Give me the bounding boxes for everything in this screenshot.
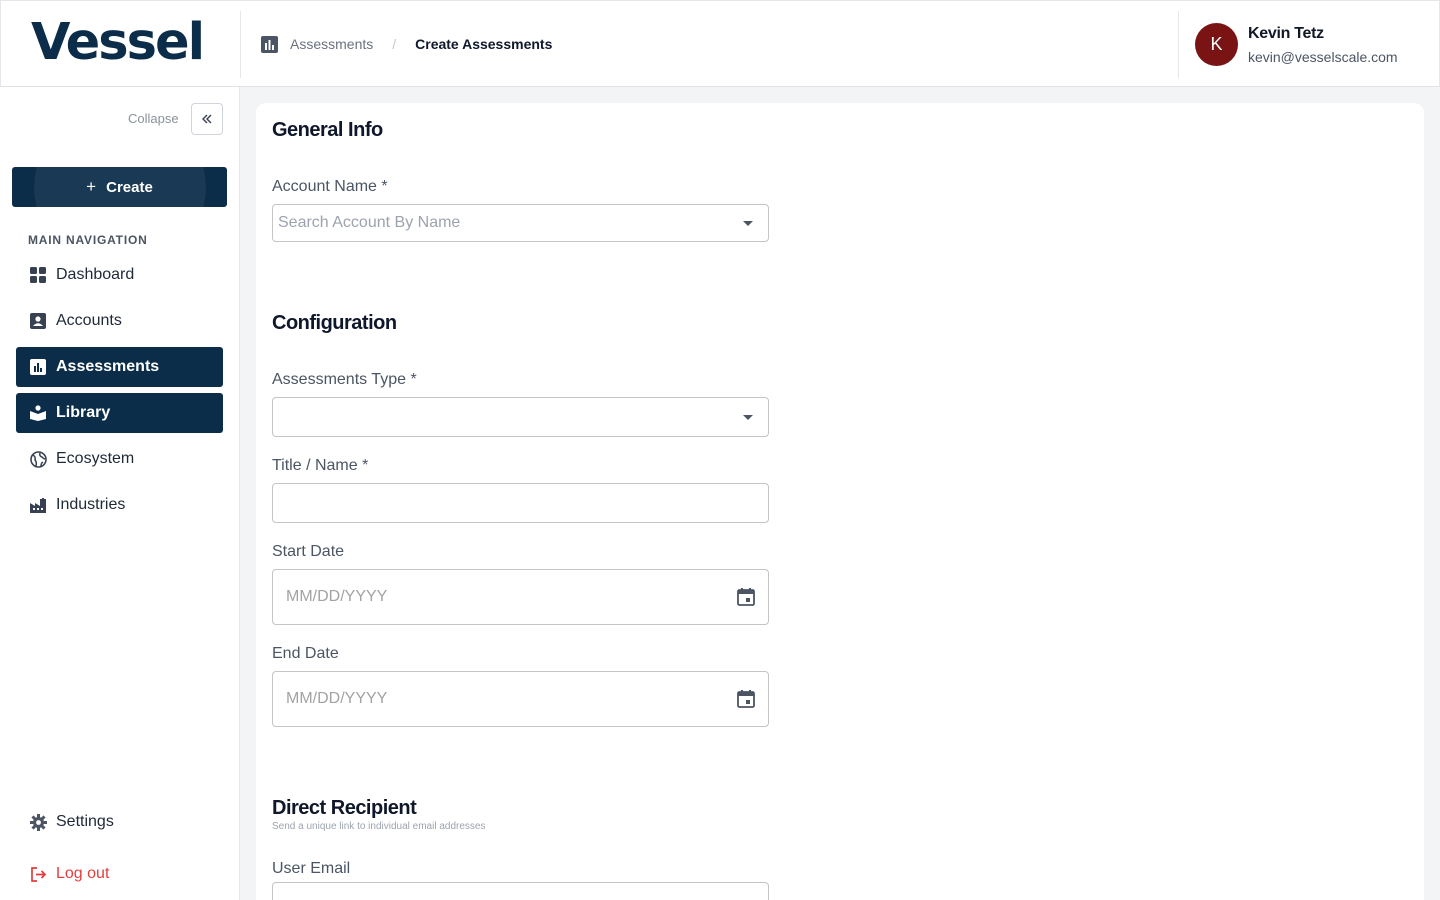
gear-icon xyxy=(29,813,47,831)
direct-recipient-subtitle: Send a unique link to individual email a… xyxy=(272,821,486,832)
sidebar-item-settings[interactable]: Settings xyxy=(16,802,223,842)
create-assessment-form: General Info Account Name * Search Accou… xyxy=(256,103,1424,900)
assessments-type-label: Assessments Type * xyxy=(272,371,417,388)
chevron-down-icon xyxy=(743,221,753,226)
sidebar-item-label: Dashboard xyxy=(56,266,135,283)
breadcrumb-assessments-link[interactable]: Assessments xyxy=(290,36,373,52)
title-name-label: Title / Name * xyxy=(272,457,369,474)
user-email-input[interactable] xyxy=(272,882,769,900)
start-date-placeholder: MM/DD/YYYY xyxy=(286,588,388,605)
configuration-title: Configuration xyxy=(272,312,397,334)
start-date-label: Start Date xyxy=(272,543,345,560)
breadcrumb-separator: / xyxy=(392,36,397,52)
required-mark: * xyxy=(362,457,369,474)
vessel-logo[interactable]: Vessel xyxy=(31,13,205,73)
required-mark: * xyxy=(410,371,417,388)
chevron-down-icon xyxy=(743,415,753,420)
sidebar-item-assessments[interactable]: Assessments xyxy=(16,347,223,387)
breadcrumb-current: Create Assessments xyxy=(415,36,553,52)
sidebar-item-industries[interactable]: Industries xyxy=(16,485,223,525)
top-header: Vessel Assessments / Create Assessments … xyxy=(0,0,1440,87)
calendar-icon[interactable] xyxy=(735,586,757,608)
sidebar-item-label: Ecosystem xyxy=(56,450,135,467)
sidebar-item-label: Accounts xyxy=(56,312,122,329)
calendar-icon[interactable] xyxy=(735,688,757,710)
header-divider-right xyxy=(1178,11,1179,78)
start-date-input[interactable]: MM/DD/YYYY xyxy=(272,569,769,625)
collapse-button[interactable] xyxy=(191,103,223,135)
grid-icon xyxy=(29,266,47,284)
header-divider xyxy=(240,11,241,78)
logout-button[interactable]: Log out xyxy=(16,854,223,894)
logout-icon xyxy=(29,865,47,883)
nav-heading: MAIN NAVIGATION xyxy=(28,233,148,247)
user-name: Kevin Tetz xyxy=(1248,25,1324,42)
account-box-icon xyxy=(29,312,47,330)
sidebar-item-label: Industries xyxy=(56,496,126,513)
account-name-label: Account Name * xyxy=(272,178,388,195)
plus-icon: + xyxy=(86,177,97,196)
book-icon xyxy=(29,404,47,422)
end-date-input[interactable]: MM/DD/YYYY xyxy=(272,671,769,727)
chevrons-left-icon xyxy=(202,114,212,124)
sidebar-item-label: Library xyxy=(56,404,111,421)
account-name-placeholder: Search Account By Name xyxy=(278,214,461,231)
end-date-label: End Date xyxy=(272,645,339,662)
general-info-title: General Info xyxy=(272,119,383,141)
sidebar-item-accounts[interactable]: Accounts xyxy=(16,301,223,341)
logout-label: Log out xyxy=(56,865,110,882)
sidebar-item-ecosystem[interactable]: Ecosystem xyxy=(16,439,223,479)
user-email-label: User Email xyxy=(272,860,351,877)
end-date-placeholder: MM/DD/YYYY xyxy=(286,690,388,707)
create-button[interactable]: + Create xyxy=(12,167,227,207)
account-name-select[interactable]: Search Account By Name xyxy=(272,204,769,242)
sidebar-item-dashboard[interactable]: Dashboard xyxy=(16,255,223,295)
factory-icon xyxy=(29,496,47,514)
sidebar: Collapse + Create MAIN NAVIGATION Dashbo… xyxy=(0,87,240,900)
sidebar-item-library[interactable]: Library xyxy=(16,393,223,433)
avatar[interactable]: K xyxy=(1195,23,1238,66)
direct-recipient-title: Direct Recipient xyxy=(272,797,417,819)
globe-icon xyxy=(29,450,47,468)
breadcrumb: Assessments / Create Assessments xyxy=(260,34,552,54)
chart-icon xyxy=(29,358,47,376)
user-email: kevin@vesselscale.com xyxy=(1248,49,1398,65)
chart-icon xyxy=(260,35,279,54)
sidebar-item-label: Assessments xyxy=(56,358,160,375)
required-mark: * xyxy=(381,178,388,195)
create-button-label: Create xyxy=(106,178,153,196)
collapse-label: Collapse xyxy=(128,111,179,126)
assessments-type-select[interactable] xyxy=(272,397,769,437)
sidebar-item-label: Settings xyxy=(56,813,114,830)
title-name-input[interactable] xyxy=(272,483,769,523)
